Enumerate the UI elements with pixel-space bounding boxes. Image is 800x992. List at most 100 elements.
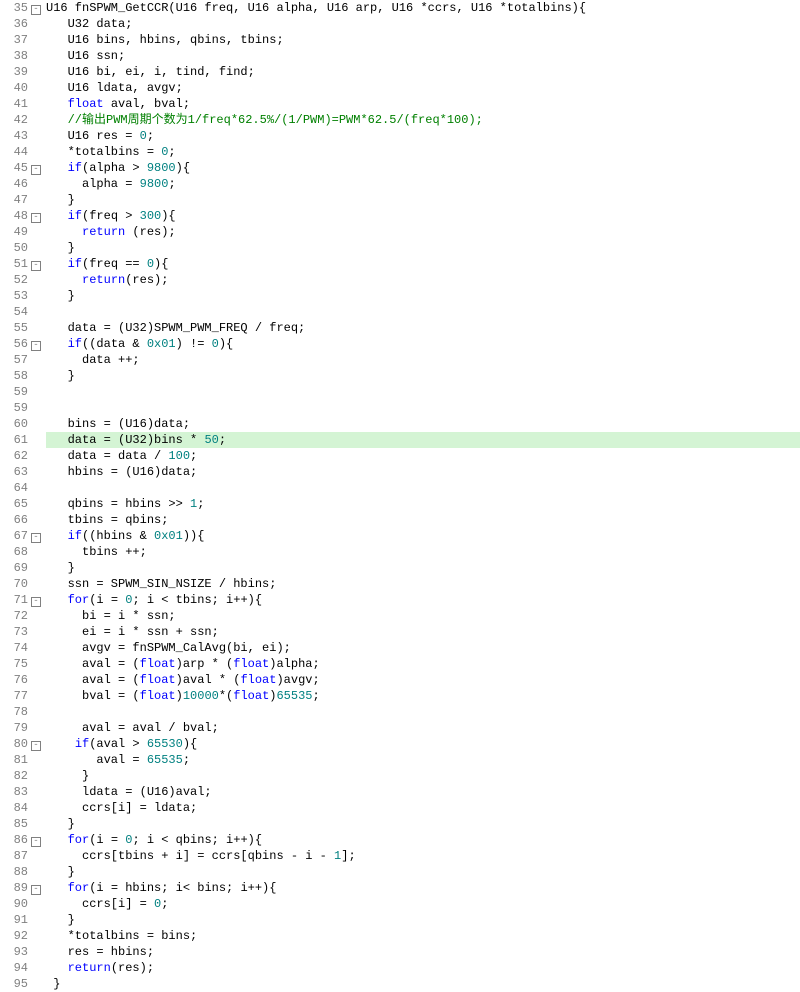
line-number: 54 <box>0 304 28 320</box>
code-line[interactable]: aval = (float)arp * (float)alpha; <box>46 656 800 672</box>
fold-marker <box>30 288 42 304</box>
code-line[interactable]: U16 bins, hbins, qbins, tbins; <box>46 32 800 48</box>
fold-marker[interactable]: - <box>30 736 42 752</box>
fold-marker <box>30 928 42 944</box>
fold-toggle-icon[interactable]: - <box>31 885 41 895</box>
code-line[interactable]: *totalbins = bins; <box>46 928 800 944</box>
code-area[interactable]: U16 fnSPWM_GetCCR(U16 freq, U16 alpha, U… <box>42 0 800 992</box>
fold-marker[interactable]: - <box>30 592 42 608</box>
code-line[interactable]: data = (U32)SPWM_PWM_FREQ / freq; <box>46 320 800 336</box>
code-line[interactable]: hbins = (U16)data; <box>46 464 800 480</box>
code-line[interactable]: ccrs[i] = ldata; <box>46 800 800 816</box>
code-line[interactable]: U32 data; <box>46 16 800 32</box>
code-line[interactable]: //输出PWM周期个数为1/freq*62.5%/(1/PWM)=PWM*62.… <box>46 112 800 128</box>
code-line[interactable]: U16 res = 0; <box>46 128 800 144</box>
line-number: 67 <box>0 528 28 544</box>
code-line[interactable]: for(i = 0; i < qbins; i++){ <box>46 832 800 848</box>
fold-toggle-icon[interactable]: - <box>31 741 41 751</box>
code-line[interactable]: } <box>46 240 800 256</box>
code-line[interactable]: } <box>46 864 800 880</box>
fold-marker[interactable]: - <box>30 256 42 272</box>
fold-column[interactable]: - - - - - - - - - - <box>30 0 42 992</box>
code-line[interactable] <box>46 384 800 400</box>
code-line[interactable]: tbins ++; <box>46 544 800 560</box>
code-line[interactable]: } <box>46 560 800 576</box>
code-line[interactable]: } <box>46 816 800 832</box>
code-line[interactable]: } <box>46 912 800 928</box>
line-number: 41 <box>0 96 28 112</box>
code-line[interactable]: aval = (float)aval * (float)avgv; <box>46 672 800 688</box>
fold-toggle-icon[interactable]: - <box>31 597 41 607</box>
fold-marker <box>30 608 42 624</box>
code-line[interactable]: return(res); <box>46 272 800 288</box>
code-line[interactable] <box>46 304 800 320</box>
fold-toggle-icon[interactable]: - <box>31 213 41 223</box>
code-line[interactable] <box>46 704 800 720</box>
code-line[interactable]: } <box>46 768 800 784</box>
code-line[interactable]: if(freq > 300){ <box>46 208 800 224</box>
code-line[interactable]: return(res); <box>46 960 800 976</box>
fold-toggle-icon[interactable]: - <box>31 341 41 351</box>
code-line[interactable] <box>46 480 800 496</box>
fold-toggle-icon[interactable]: - <box>31 261 41 271</box>
code-line[interactable]: ssn = SPWM_SIN_NSIZE / hbins; <box>46 576 800 592</box>
code-line[interactable] <box>46 400 800 416</box>
code-line[interactable]: ei = i * ssn + ssn; <box>46 624 800 640</box>
code-line[interactable]: avgv = fnSPWM_CalAvg(bi, ei); <box>46 640 800 656</box>
code-line[interactable]: *totalbins = 0; <box>46 144 800 160</box>
code-line[interactable]: if(aval > 65530){ <box>46 736 800 752</box>
code-line[interactable]: if((data & 0x01) != 0){ <box>46 336 800 352</box>
fold-marker[interactable]: - <box>30 0 42 16</box>
code-editor[interactable]: 3536373839404142434445464748495051525354… <box>0 0 800 992</box>
code-line[interactable]: aval = 65535; <box>46 752 800 768</box>
fold-toggle-icon[interactable]: - <box>31 533 41 543</box>
code-line[interactable]: bins = (U16)data; <box>46 416 800 432</box>
code-line[interactable]: if((hbins & 0x01)){ <box>46 528 800 544</box>
code-line[interactable]: return (res); <box>46 224 800 240</box>
code-line[interactable]: if(alpha > 9800){ <box>46 160 800 176</box>
code-line[interactable]: data ++; <box>46 352 800 368</box>
fold-marker <box>30 912 42 928</box>
code-line[interactable]: U16 ldata, avgv; <box>46 80 800 96</box>
fold-toggle-icon[interactable]: - <box>31 5 41 15</box>
code-line[interactable]: } <box>46 368 800 384</box>
fold-marker <box>30 464 42 480</box>
fold-marker[interactable]: - <box>30 208 42 224</box>
code-line[interactable]: alpha = 9800; <box>46 176 800 192</box>
fold-marker[interactable]: - <box>30 336 42 352</box>
code-line[interactable]: ccrs[i] = 0; <box>46 896 800 912</box>
code-line[interactable]: U16 ssn; <box>46 48 800 64</box>
code-line[interactable]: U16 fnSPWM_GetCCR(U16 freq, U16 alpha, U… <box>46 0 800 16</box>
code-line[interactable]: res = hbins; <box>46 944 800 960</box>
fold-toggle-icon[interactable]: - <box>31 165 41 175</box>
fold-marker <box>30 672 42 688</box>
fold-marker <box>30 432 42 448</box>
code-line[interactable]: bi = i * ssn; <box>46 608 800 624</box>
code-line[interactable]: U16 bi, ei, i, tind, find; <box>46 64 800 80</box>
fold-marker <box>30 816 42 832</box>
code-line[interactable]: } <box>46 288 800 304</box>
line-number: 70 <box>0 576 28 592</box>
fold-marker[interactable]: - <box>30 528 42 544</box>
code-line[interactable]: for(i = 0; i < tbins; i++){ <box>46 592 800 608</box>
code-line[interactable]: ccrs[tbins + i] = ccrs[qbins - i - 1]; <box>46 848 800 864</box>
code-line[interactable]: tbins = qbins; <box>46 512 800 528</box>
code-line[interactable]: qbins = hbins >> 1; <box>46 496 800 512</box>
fold-marker <box>30 192 42 208</box>
code-line[interactable]: data = data / 100; <box>46 448 800 464</box>
code-line[interactable]: } <box>46 976 800 992</box>
code-line[interactable]: bval = (float)10000*(float)65535; <box>46 688 800 704</box>
code-line[interactable]: float aval, bval; <box>46 96 800 112</box>
fold-marker <box>30 272 42 288</box>
code-line[interactable]: for(i = hbins; i< bins; i++){ <box>46 880 800 896</box>
fold-marker[interactable]: - <box>30 880 42 896</box>
fold-marker[interactable]: - <box>30 832 42 848</box>
code-line[interactable]: } <box>46 192 800 208</box>
code-line[interactable]: if(freq == 0){ <box>46 256 800 272</box>
fold-marker[interactable]: - <box>30 160 42 176</box>
code-line[interactable]: aval = aval / bval; <box>46 720 800 736</box>
code-line[interactable]: ldata = (U16)aval; <box>46 784 800 800</box>
line-number: 69 <box>0 560 28 576</box>
code-line[interactable]: data = (U32)bins * 50; <box>46 432 800 448</box>
fold-toggle-icon[interactable]: - <box>31 837 41 847</box>
